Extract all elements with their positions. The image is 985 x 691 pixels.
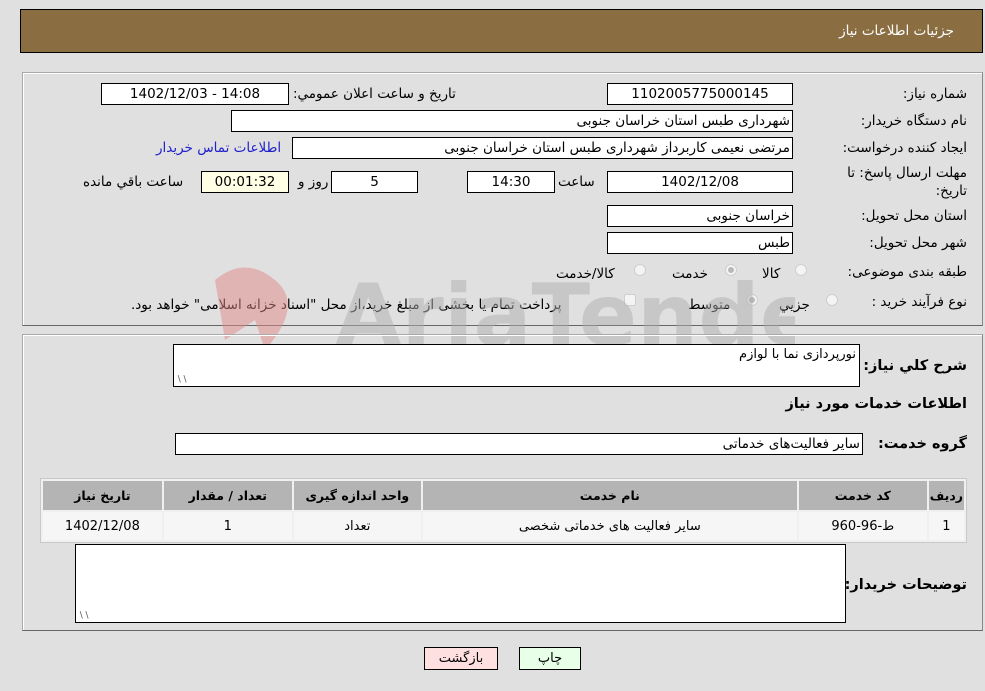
col-unit: واحد اندازه گیری — [293, 481, 421, 510]
service-group-label: گروه خدمت: — [877, 436, 967, 452]
deadline-time-label: ساعت — [558, 174, 595, 190]
category-radio-goods[interactable] — [795, 264, 807, 276]
cell-quantity: 1 — [163, 512, 292, 540]
back-button[interactable]: بازگشت — [424, 647, 498, 670]
purchase-type-option-medium: متوسط — [688, 297, 731, 313]
need-number-label: شماره نیاز: — [902, 86, 967, 102]
buyer-notes-label: توضيحات خريدار: — [844, 577, 967, 593]
table-row: 1 ط-96-960 سایر فعالیت های خدماتی شخصی ت… — [43, 512, 964, 540]
service-group-field: سایر فعالیت‌های خدماتی — [175, 433, 863, 455]
cell-service-code: ط-96-960 — [798, 512, 927, 540]
buyer-notes-textarea[interactable]: ∖∖ — [75, 544, 846, 623]
treasury-bonds-checkbox[interactable] — [624, 294, 636, 306]
time-remaining-field: 00:01:32 — [201, 171, 289, 193]
col-row-number: رديف — [928, 481, 964, 510]
purchase-type-label: نوع فرآیند خرید : — [871, 294, 967, 310]
col-service-name: نام خدمت — [422, 481, 797, 510]
category-radio-service[interactable] — [725, 264, 737, 276]
purchase-type-radio-minor[interactable] — [826, 294, 838, 306]
summary-textarea[interactable]: نورپردازی نما با لوازم ∖∖ — [173, 344, 860, 387]
table-header-row: رديف کد خدمت نام خدمت واحد اندازه گیری ت… — [43, 481, 964, 510]
buyer-org-label: نام دستگاه خریدار: — [860, 113, 967, 129]
services-heading: اطلاعات خدمات مورد نياز — [785, 396, 967, 412]
purchase-type-radio-medium[interactable] — [746, 294, 758, 306]
summary-text: نورپردازی نما با لوازم — [739, 347, 856, 362]
print-button[interactable]: چاپ — [519, 647, 581, 670]
deadline-time-field: 14:30 — [467, 171, 555, 193]
requester-field: مرتضی نعیمی کاربرداز شهرداری طبس استان خ… — [292, 137, 793, 159]
need-number-field: 1102005775000145 — [607, 83, 793, 105]
category-label: طبقه بندی موضوعی: — [847, 264, 967, 280]
cell-unit: تعداد — [293, 512, 421, 540]
page-title: جزئيات اطلاعات نياز — [839, 23, 954, 39]
delivery-province-label: استان محل تحویل: — [861, 208, 967, 224]
resize-grip-icon[interactable]: ∖∖ — [176, 375, 187, 385]
buyer-contact-link[interactable]: اطلاعات تماس خریدار — [156, 140, 281, 156]
col-need-date: تاریخ نیاز — [43, 481, 162, 510]
summary-label: شرح كلي نياز: — [863, 358, 967, 374]
category-radio-goods-service[interactable] — [634, 264, 646, 276]
delivery-city-label: شهر محل تحویل: — [869, 235, 967, 251]
deadline-date-field: 1402/12/08 — [607, 171, 793, 193]
treasury-bonds-note: پرداخت تمام یا بخشی از مبلغ خرید،از محل … — [131, 297, 562, 313]
purchase-type-option-minor: جزيي — [779, 297, 810, 313]
col-service-code: کد خدمت — [798, 481, 927, 510]
announce-datetime-label: تاريخ و ساعت اعلان عمومي: — [293, 86, 456, 102]
time-remaining-label: ساعت باقي مانده — [83, 174, 184, 190]
category-option-service: خدمت — [672, 266, 708, 282]
requester-label: ایجاد کننده درخواست: — [842, 140, 967, 156]
announce-datetime-field: 1402/12/03 - 14:08 — [101, 83, 289, 105]
cell-need-date: 1402/12/08 — [43, 512, 162, 540]
days-label: روز و — [298, 174, 329, 190]
category-option-goods-service: کالا/خدمت — [556, 266, 615, 282]
cell-row-number: 1 — [928, 512, 964, 540]
category-option-goods: کالا — [762, 266, 781, 282]
delivery-province-field: خراسان جنوبی — [607, 205, 793, 227]
col-quantity: تعداد / مقدار — [163, 481, 292, 510]
delivery-city-field: طبس — [607, 232, 793, 254]
days-remaining-field: 5 — [331, 171, 418, 193]
page-header: جزئيات اطلاعات نياز — [20, 9, 983, 53]
services-table: رديف کد خدمت نام خدمت واحد اندازه گیری ت… — [40, 478, 967, 543]
deadline-label: مهلت ارسال پاسخ: تا تاریخ: — [847, 165, 967, 199]
buyer-org-field: شهرداری طبس استان خراسان جنوبی — [231, 110, 793, 132]
cell-service-name: سایر فعالیت های خدماتی شخصی — [422, 512, 797, 540]
resize-grip-icon[interactable]: ∖∖ — [78, 611, 89, 621]
